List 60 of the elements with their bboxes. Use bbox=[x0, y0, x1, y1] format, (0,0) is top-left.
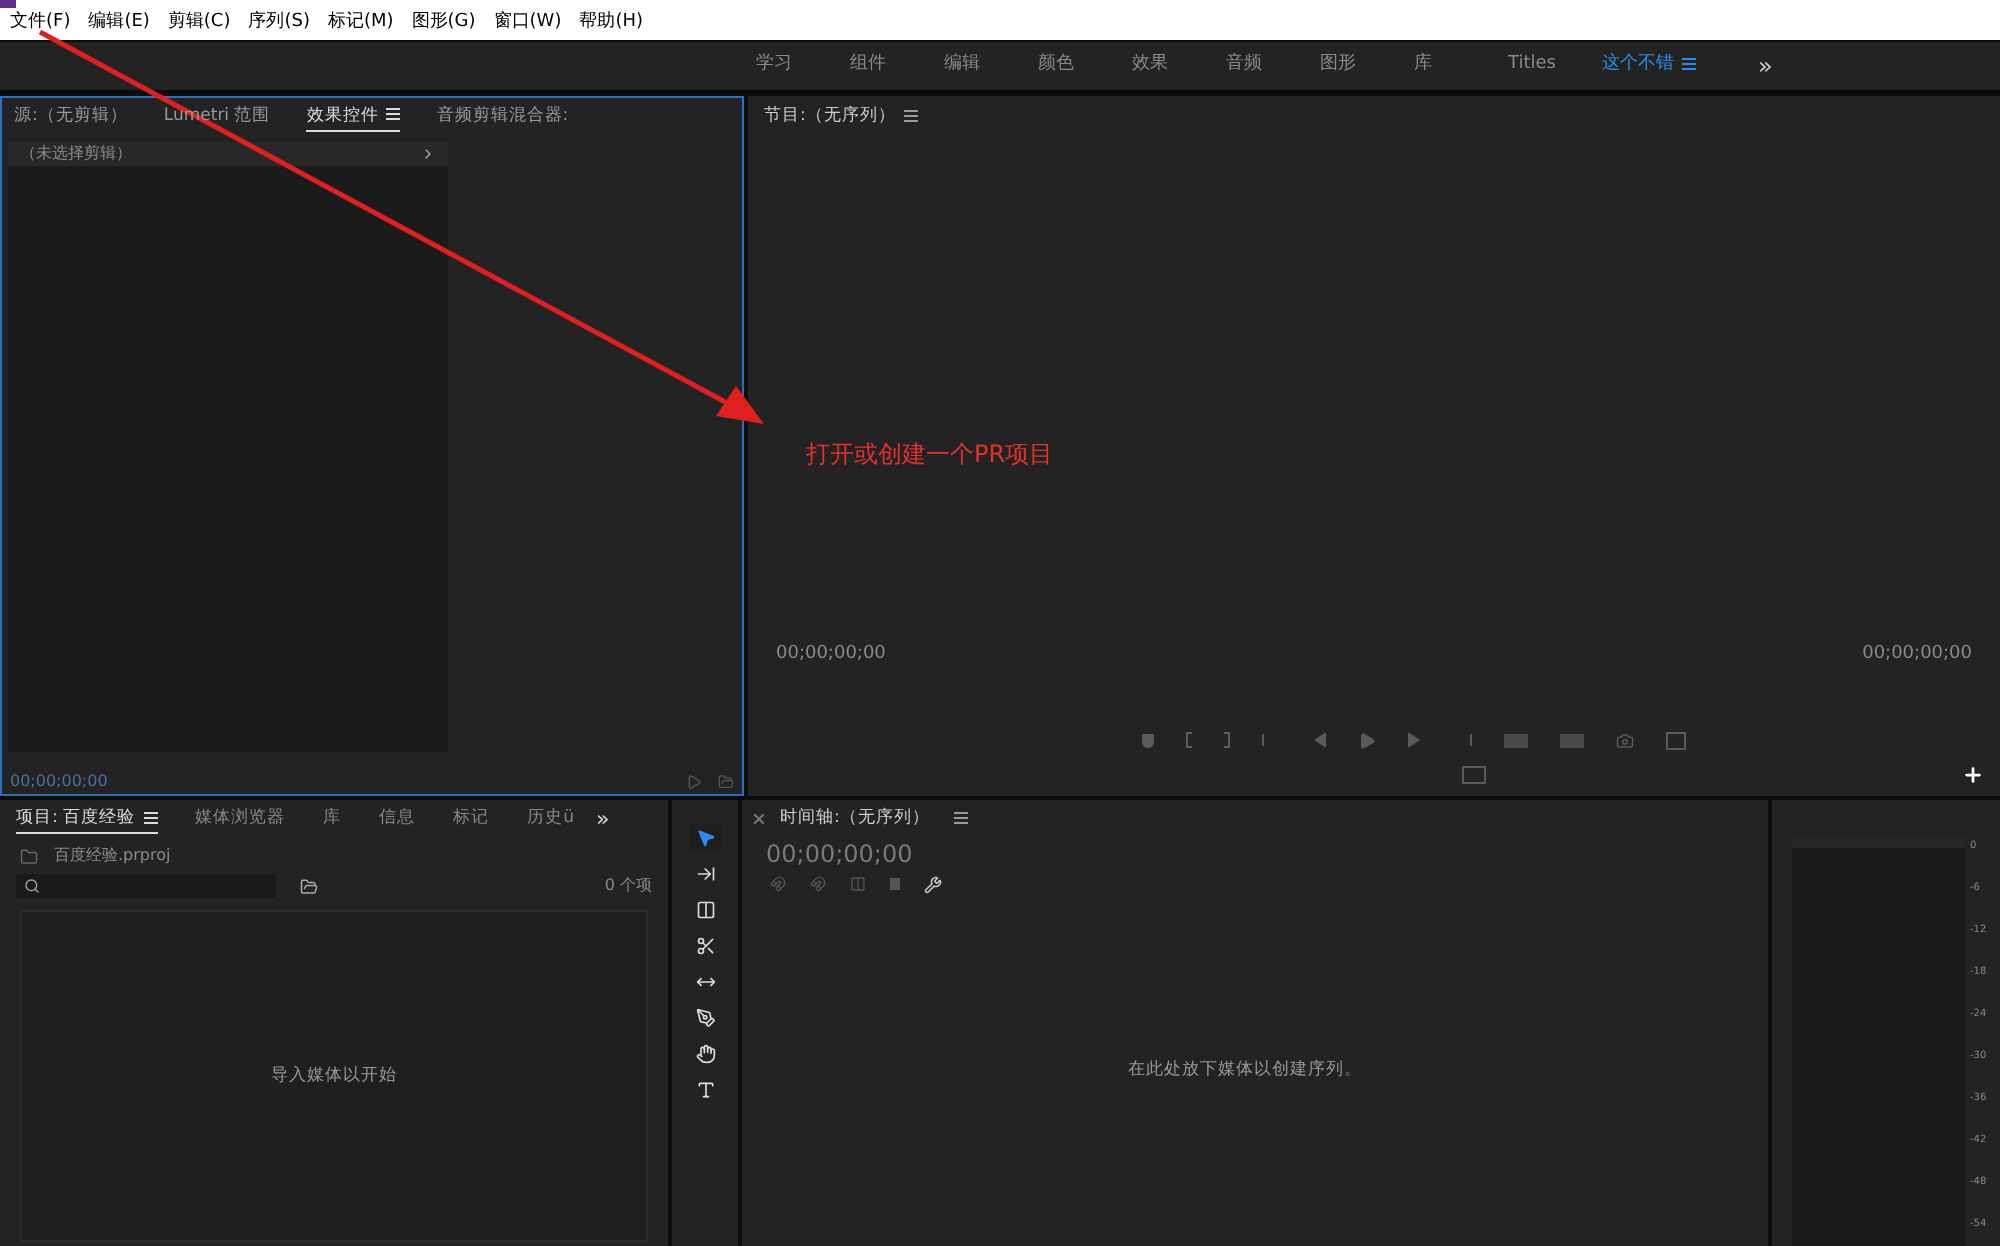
workspace-tab[interactable]: 图形 bbox=[1320, 52, 1414, 80]
wrench-icon[interactable] bbox=[924, 875, 942, 893]
workspace-tab[interactable]: 音频 bbox=[1226, 52, 1320, 80]
menu-item[interactable]: 图形(G) bbox=[411, 10, 476, 38]
close-icon[interactable] bbox=[754, 813, 764, 823]
menu-item[interactable]: 帮助(H) bbox=[579, 10, 643, 38]
workspace-tab[interactable]: 效果 bbox=[1132, 52, 1226, 80]
workspace-tab[interactable]: 编辑 bbox=[944, 52, 1038, 80]
track-tool-icon bbox=[695, 864, 715, 884]
panel-tab[interactable]: 音频剪辑混合器: bbox=[436, 103, 569, 133]
hamburger-icon[interactable] bbox=[903, 110, 918, 122]
project-icon bbox=[20, 847, 38, 865]
panel-title: 节目:（无序列） bbox=[764, 103, 896, 129]
menu-item[interactable]: 序列(S) bbox=[248, 10, 310, 38]
search-icon bbox=[24, 878, 40, 894]
import-hint: 导入媒体以开始 bbox=[271, 1063, 397, 1089]
item-count: 0 个项 bbox=[604, 874, 652, 898]
workspace-tab[interactable]: Titles bbox=[1508, 52, 1602, 80]
menu-item[interactable]: 剪辑(C) bbox=[167, 10, 231, 38]
tool-button[interactable] bbox=[689, 824, 721, 852]
more-workspaces-button[interactable]: » bbox=[1758, 48, 1773, 84]
slip-tool-icon bbox=[695, 972, 715, 992]
app-icon bbox=[0, 0, 16, 8]
workspace-tab[interactable]: 组件 bbox=[850, 52, 944, 80]
pen-tool-icon bbox=[695, 1008, 715, 1028]
panel-tab[interactable]: 历史ü bbox=[527, 806, 574, 834]
workspace-tab[interactable]: 库 bbox=[1414, 52, 1508, 80]
panel-tab[interactable]: 源:（无剪辑） bbox=[14, 103, 128, 133]
select-tool-icon bbox=[695, 828, 715, 848]
drop-media-hint: 在此处放下媒体以创建序列。 bbox=[1128, 1058, 1362, 1084]
more-tabs-button[interactable]: » bbox=[595, 803, 610, 837]
new-bin-icon[interactable] bbox=[300, 877, 318, 895]
marker-icon[interactable] bbox=[890, 878, 900, 890]
project-file-name: 百度经验.prproj bbox=[54, 844, 171, 868]
add-button-icon[interactable] bbox=[1962, 763, 1984, 785]
panel-title: 时间轴:（无序列） bbox=[780, 805, 930, 831]
workspace-tab[interactable]: 学习 bbox=[756, 52, 850, 80]
workspace-tab[interactable]: 这个不错 bbox=[1602, 52, 1742, 80]
panel-tab[interactable]: 效果控件 bbox=[306, 103, 401, 133]
menu-item[interactable]: 编辑(E) bbox=[88, 10, 150, 38]
hand-tool-icon bbox=[695, 1044, 715, 1064]
menu-item[interactable]: 窗口(W) bbox=[493, 10, 562, 38]
menu-item[interactable]: 文件(F) bbox=[10, 10, 71, 38]
panel-tab[interactable]: 项目: 百度经验 bbox=[16, 806, 158, 834]
panel-tab[interactable]: 信息 bbox=[379, 806, 416, 834]
razor-tool-icon bbox=[695, 936, 715, 956]
panel-tab[interactable]: 媒体浏览器 bbox=[195, 806, 286, 834]
type-tool-icon bbox=[695, 1080, 715, 1100]
hamburger-icon[interactable] bbox=[953, 812, 968, 824]
timecode: 00;00;00;00 bbox=[1862, 641, 1972, 667]
panel-tab[interactable]: 标记 bbox=[453, 806, 490, 834]
workspace-tab[interactable]: 颜色 bbox=[1038, 52, 1132, 80]
timecode: 00;00;00;00 bbox=[10, 770, 108, 794]
menu-item[interactable]: 标记(M) bbox=[327, 10, 394, 38]
search-field[interactable] bbox=[16, 874, 276, 898]
timecode: 00;00;00;00 bbox=[764, 838, 915, 872]
timecode: 00;00;00;00 bbox=[776, 641, 886, 667]
annotation-text: 打开或创建一个PR项目 bbox=[806, 438, 1054, 472]
panel-tab[interactable]: 库 bbox=[323, 806, 342, 834]
no-clip-label: （未选择剪辑） bbox=[20, 142, 132, 166]
